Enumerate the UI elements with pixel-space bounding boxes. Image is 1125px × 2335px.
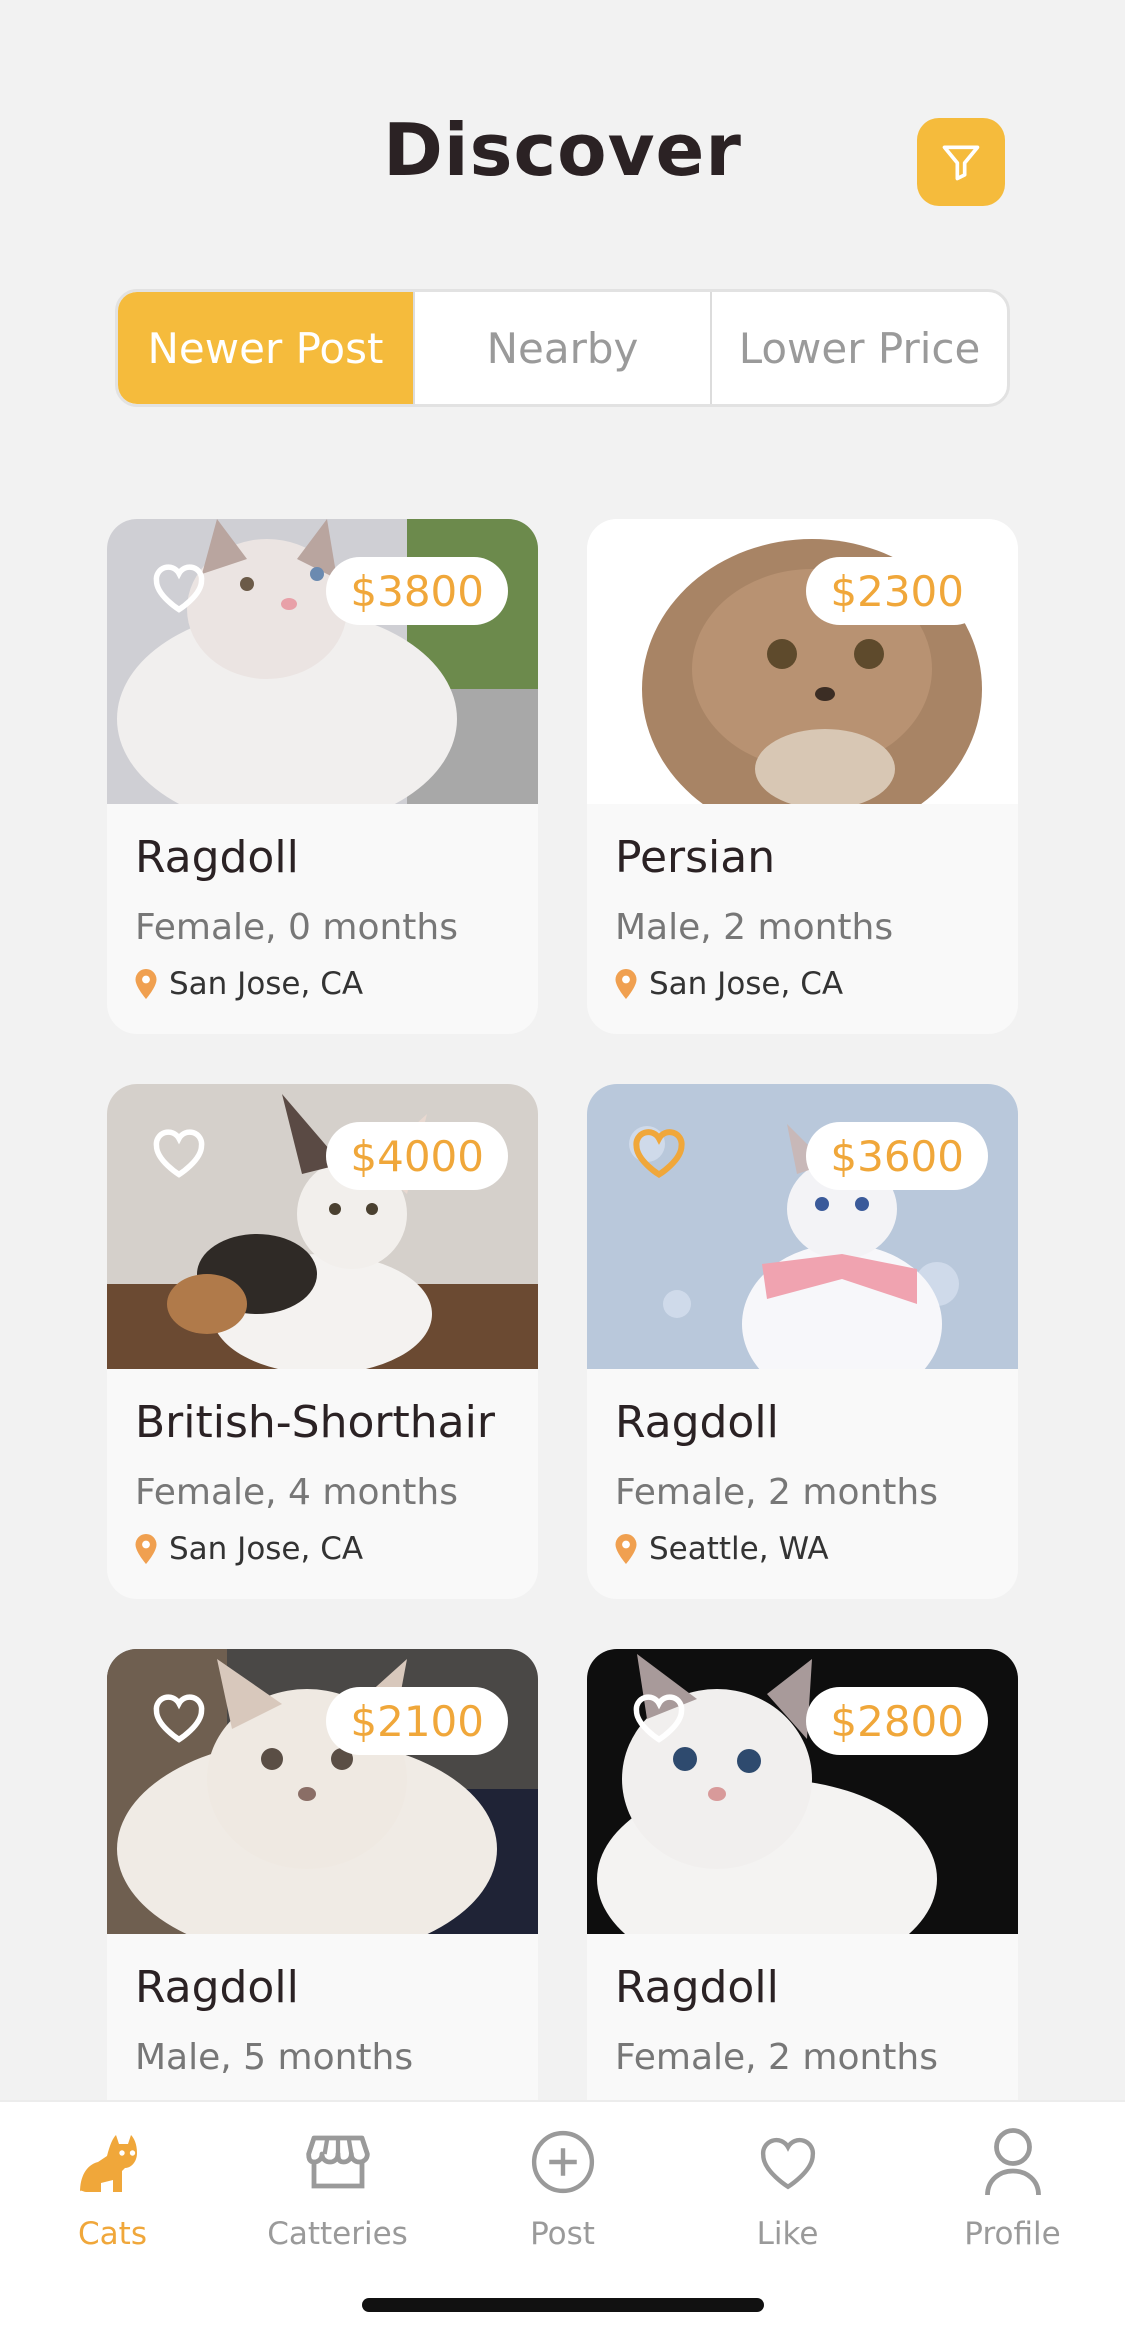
cat-details: Female, 0 months — [135, 907, 458, 948]
tab-cats[interactable]: Cats — [0, 2122, 225, 2252]
cat-photo: $3600 — [587, 1084, 1018, 1369]
plus-circle-icon — [531, 2130, 594, 2194]
tab-label: Post — [530, 2216, 595, 2252]
cat-details: Female, 2 months — [615, 2037, 938, 2078]
cat-photo: $2800 — [587, 1649, 1018, 1934]
location-text: San Jose, CA — [169, 1531, 364, 1567]
cat-breed: British-Shorthair — [135, 1397, 495, 1448]
location-pin-icon — [135, 969, 157, 999]
cat-photo: $2100 — [107, 1649, 538, 1934]
like-heart-icon[interactable] — [149, 1689, 209, 1745]
cat-details: Female, 4 months — [135, 1472, 458, 1513]
tab-nearby[interactable]: Nearby — [413, 292, 710, 404]
price-badge: $3800 — [326, 557, 508, 625]
like-heart-icon[interactable] — [629, 1689, 689, 1745]
location-pin-icon — [135, 1534, 157, 1564]
cat-details: Male, 2 months — [615, 907, 894, 948]
cat-details: Female, 2 months — [615, 1472, 938, 1513]
location-text: Seattle, WA — [649, 1531, 829, 1567]
location-pin-icon — [615, 1534, 637, 1564]
listing-card[interactable]: $3800 Ragdoll Female, 0 months San Jose,… — [107, 519, 538, 1034]
like-heart-icon[interactable] — [149, 559, 209, 615]
price-badge: $2100 — [326, 1687, 508, 1755]
price-badge: $2800 — [806, 1687, 988, 1755]
heart-icon — [760, 2137, 815, 2190]
tab-lower-price[interactable]: Lower Price — [710, 292, 1007, 404]
cat-breed: Persian — [615, 832, 776, 883]
tab-like[interactable]: Like — [675, 2122, 900, 2252]
cat-breed: Ragdoll — [615, 1962, 779, 2013]
cat-photo: $2300 — [587, 519, 1018, 804]
filter-button[interactable] — [917, 118, 1005, 206]
tab-label: Profile — [964, 2216, 1061, 2252]
cat-breed: Ragdoll — [135, 1962, 299, 2013]
tab-profile[interactable]: Profile — [900, 2122, 1125, 2252]
cat-photo: $3800 — [107, 519, 538, 804]
listing-card[interactable]: $2100 Ragdoll Male, 5 months — [107, 1649, 538, 2164]
tab-post[interactable]: Post — [450, 2122, 675, 2252]
listing-card[interactable]: $2800 Ragdoll Female, 2 months — [587, 1649, 1018, 2164]
tab-newer-post[interactable]: Newer Post — [118, 292, 413, 404]
tab-label: Catteries — [267, 2216, 408, 2252]
tab-catteries[interactable]: Catteries — [225, 2122, 450, 2252]
like-heart-icon[interactable] — [629, 1124, 689, 1180]
tab-label: Cats — [78, 2216, 147, 2252]
cat-details: Male, 5 months — [135, 2037, 414, 2078]
cat-breed: Ragdoll — [135, 832, 299, 883]
storefront-icon — [305, 2135, 370, 2189]
person-icon — [984, 2128, 1041, 2196]
price-badge: $2300 — [806, 557, 988, 625]
cat-photo: $4000 — [107, 1084, 538, 1369]
filter-icon — [942, 145, 980, 181]
like-heart-icon[interactable] — [149, 1124, 209, 1180]
sort-segmented-control: Newer Post Nearby Lower Price — [115, 289, 1010, 407]
home-indicator — [362, 2298, 764, 2312]
listing-card[interactable]: $4000 British-Shorthair Female, 4 months… — [107, 1084, 538, 1599]
location-pin-icon — [615, 969, 637, 999]
price-badge: $3600 — [806, 1122, 988, 1190]
listing-card[interactable]: $2300 Persian Male, 2 months San Jose, C… — [587, 519, 1018, 1034]
tab-label: Like — [756, 2216, 819, 2252]
cat-icon — [79, 2135, 137, 2192]
location-text: San Jose, CA — [649, 966, 844, 1002]
location-text: San Jose, CA — [169, 966, 364, 1002]
cat-breed: Ragdoll — [615, 1397, 779, 1448]
price-badge: $4000 — [326, 1122, 508, 1190]
listing-card[interactable]: $3600 Ragdoll Female, 2 months Seattle, … — [587, 1084, 1018, 1599]
